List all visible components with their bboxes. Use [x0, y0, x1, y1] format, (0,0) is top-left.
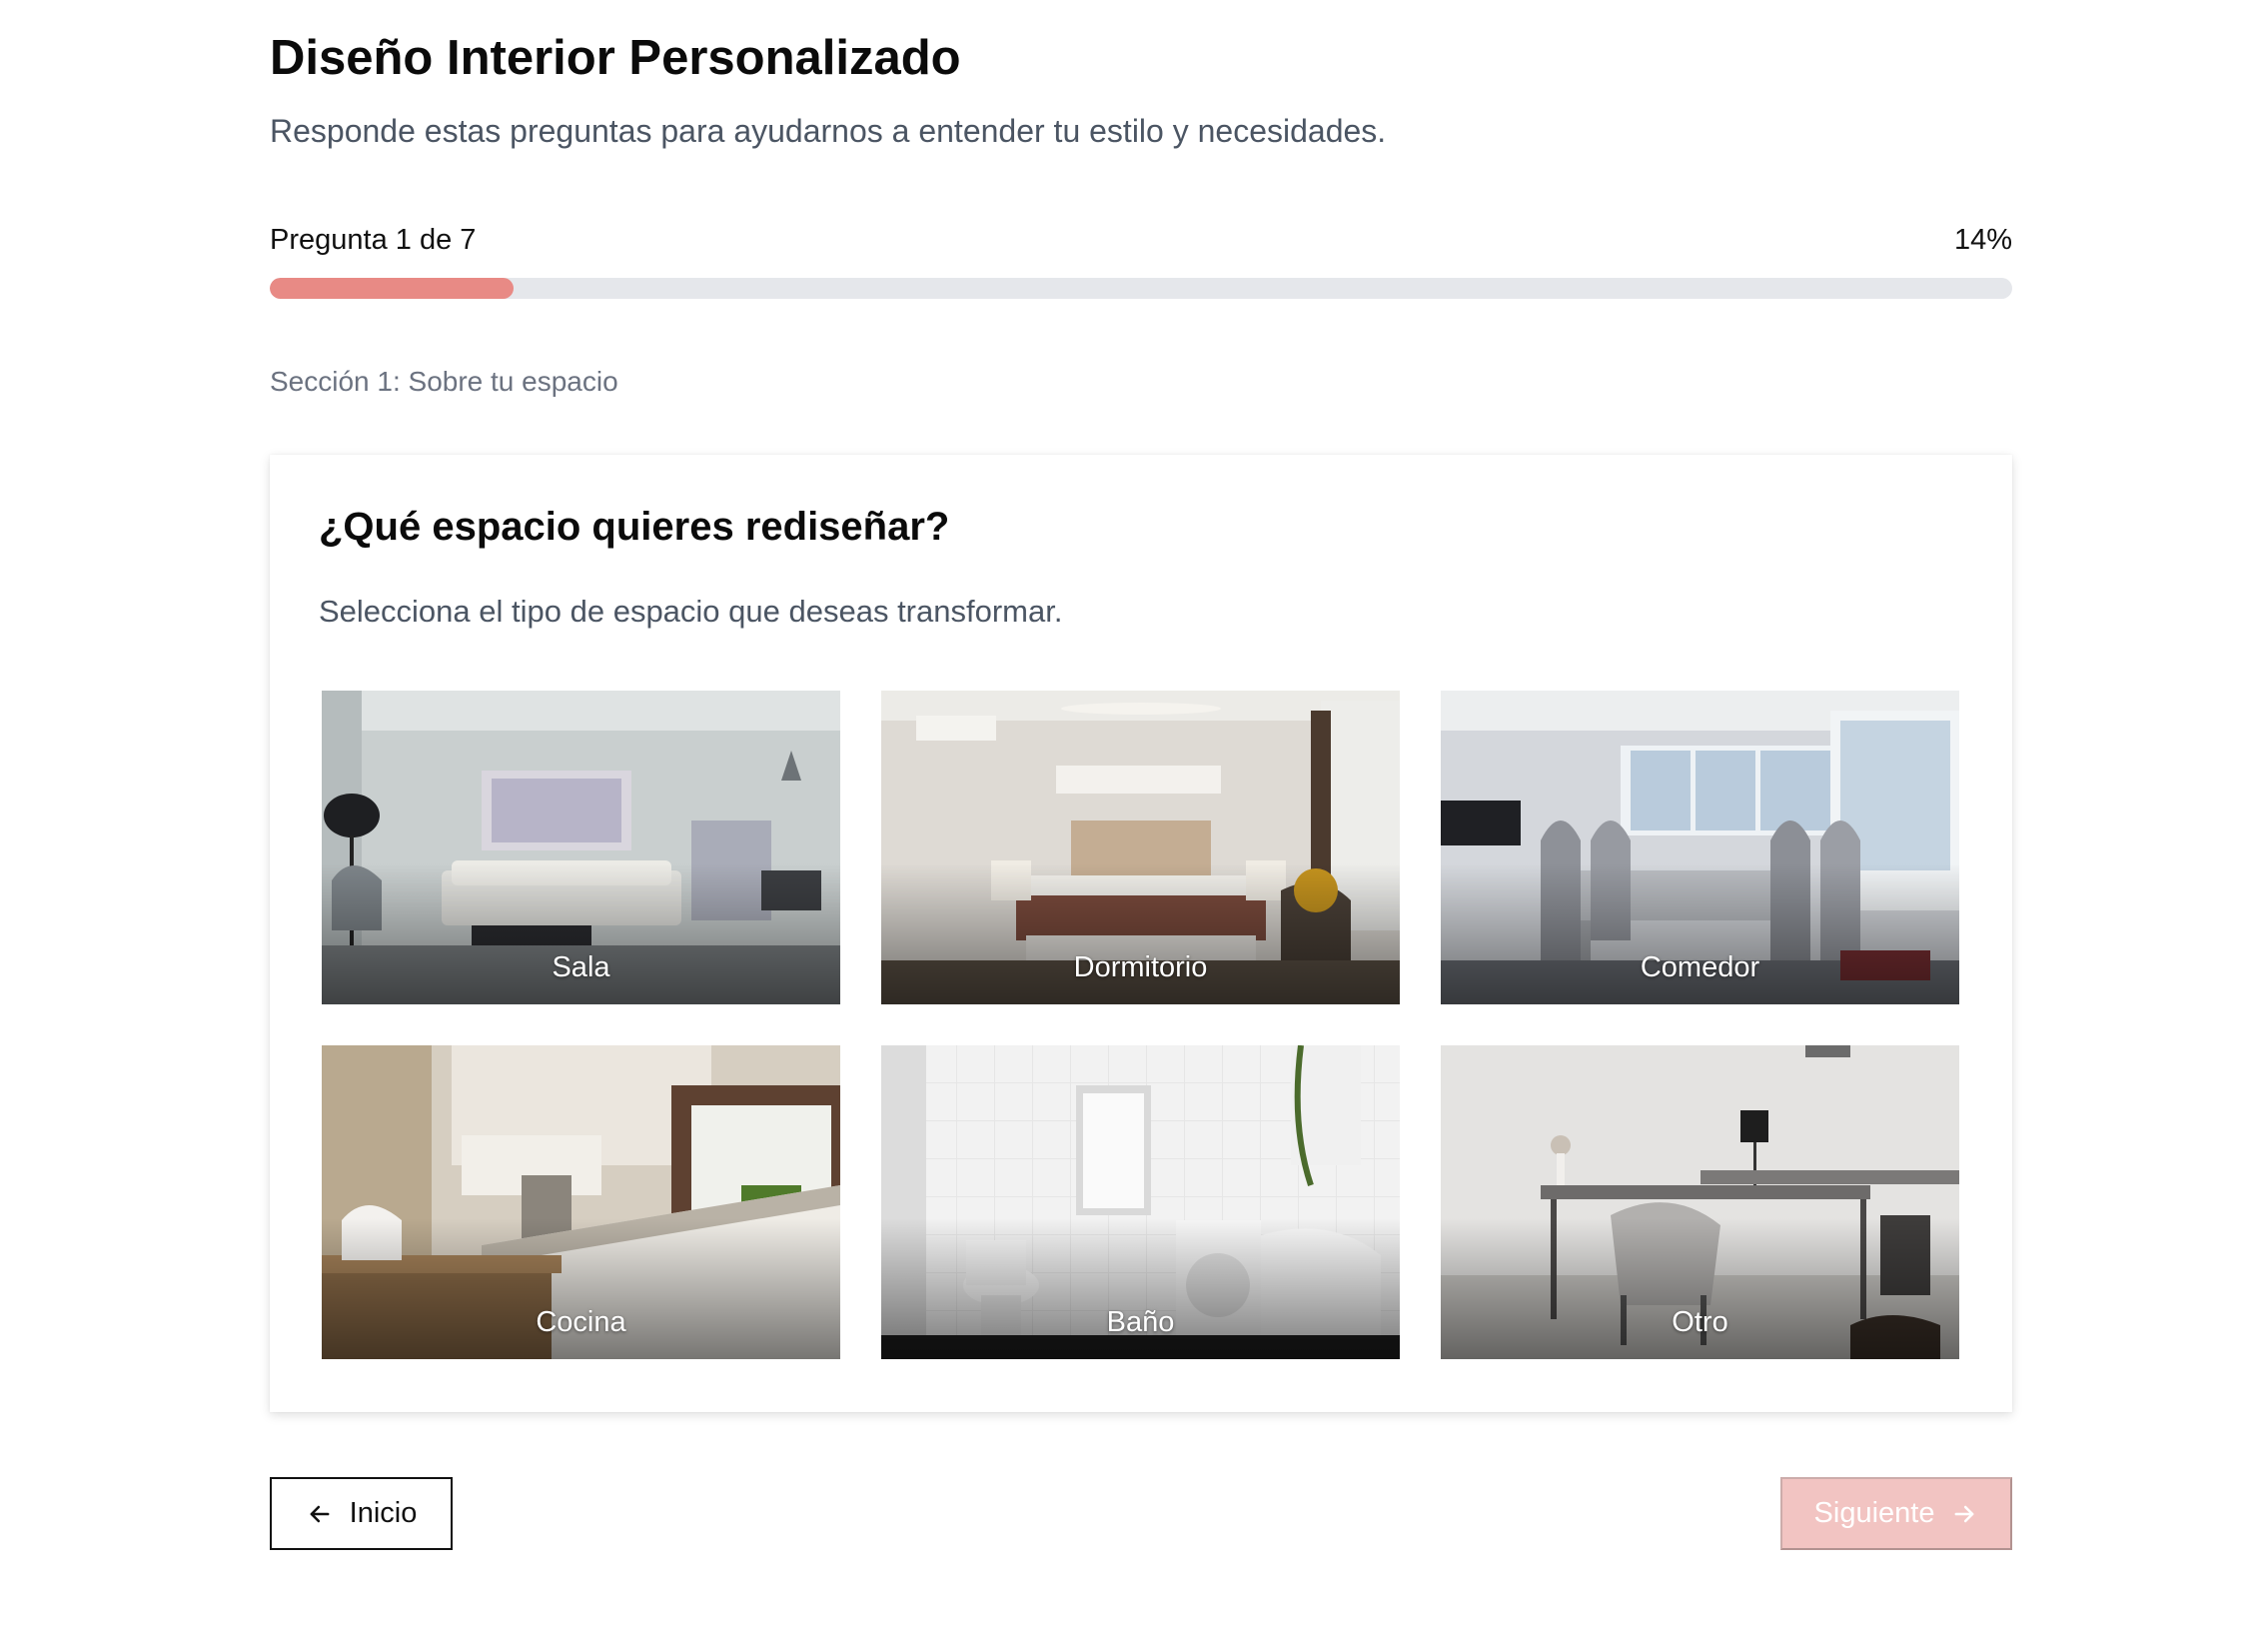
- next-button-label: Siguiente: [1813, 1497, 1935, 1529]
- option-cocina[interactable]: Cocina: [322, 1045, 840, 1359]
- option-label: Otro: [1672, 1306, 1728, 1338]
- question-title: ¿Qué espacio quieres rediseñar?: [319, 505, 950, 549]
- section-label: Sección 1: Sobre tu espacio: [270, 366, 618, 397]
- back-button[interactable]: Inicio: [270, 1477, 453, 1550]
- arrow-left-icon: [306, 1500, 334, 1528]
- option-bano[interactable]: Baño: [881, 1045, 1400, 1359]
- question-description: Selecciona el tipo de espacio que deseas…: [319, 594, 1063, 629]
- next-button[interactable]: Siguiente: [1780, 1477, 2012, 1550]
- page-title: Diseño Interior Personalizado: [270, 31, 961, 85]
- page-subtitle: Responde estas preguntas para ayudarnos …: [270, 113, 1387, 149]
- question-card: ¿Qué espacio quieres rediseñar? Seleccio…: [270, 455, 2012, 1412]
- progress-bar: [270, 278, 2012, 299]
- option-dormitorio[interactable]: Dormitorio: [881, 691, 1400, 1004]
- arrow-right-icon: [1950, 1500, 1978, 1528]
- option-otro[interactable]: Otro: [1441, 1045, 1959, 1359]
- progress-bar-fill: [270, 278, 515, 299]
- option-comedor[interactable]: Comedor: [1441, 691, 1959, 1004]
- option-label: Cocina: [536, 1306, 626, 1338]
- option-label: Dormitorio: [1073, 951, 1208, 983]
- progress-percent: 14%: [1953, 224, 2012, 256]
- back-button-label: Inicio: [349, 1497, 418, 1529]
- option-label: Sala: [552, 951, 610, 983]
- option-label: Comedor: [1640, 951, 1760, 983]
- option-label: Baño: [1106, 1306, 1175, 1338]
- option-grid: Sala Dormitorio Comedor Cocina Baño Otro: [322, 691, 1960, 1359]
- progress-label: Pregunta 1 de 7: [270, 224, 477, 256]
- option-sala[interactable]: Sala: [322, 691, 840, 1004]
